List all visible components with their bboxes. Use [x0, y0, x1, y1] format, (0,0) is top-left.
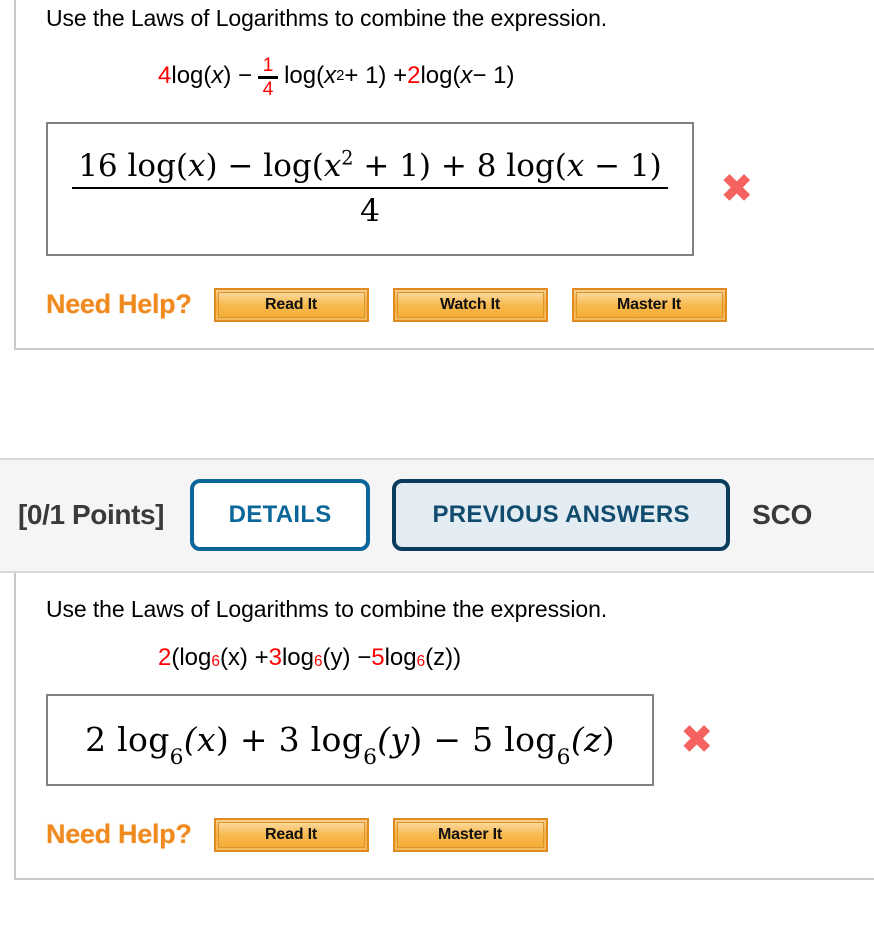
need-help-label-1: Need Help?: [46, 289, 192, 320]
log-term-1: log(: [171, 62, 212, 90]
ans2-part-a1: 2 log: [85, 720, 170, 759]
num-part-s1: ) − log(: [205, 148, 324, 185]
ans2-var-3: (z: [570, 720, 602, 759]
plus-term-2: + 1) +: [344, 62, 408, 90]
problem-prompt-1: Use the Laws of Logarithms to combine th…: [46, 5, 608, 31]
watch-it-label-1: Watch It: [396, 291, 544, 318]
answer-row-2: 2 log6(x) + 3 log6(y) − 5 log6(z) ✖: [46, 693, 866, 786]
fraction-numerator: 1: [262, 54, 274, 76]
points-label-2: [0/1 Points]: [18, 499, 165, 531]
x-mark-icon: ✖: [680, 716, 714, 763]
num-exp-2: 2: [341, 146, 354, 170]
answer-denominator-1: 4: [360, 192, 380, 229]
fraction-one-fourth: 14: [258, 54, 279, 100]
given-expression-2: 2 (log 6 (x) + 3 log 6 (y) − 5 log 6 (z)): [158, 643, 462, 671]
points-header-bar-2: [0/1 Points] DETAILS PREVIOUS ANSWERS SC…: [0, 457, 874, 573]
problem-panel-2: Use the Laws of Logarithms to combine th…: [14, 572, 874, 880]
details-button-2[interactable]: DETAILS: [190, 479, 371, 552]
read-it-label-1: Read It: [217, 291, 365, 318]
num-part-s2: + 1) + 8 log(: [353, 148, 567, 185]
answer-input-box-2[interactable]: 2 log6(x) + 3 log6(y) − 5 log6(z): [46, 693, 654, 786]
answer-expression-2: 2 log6(x) + 3 log6(y) − 5 log6(z): [85, 720, 615, 768]
answer-row-1: 16 log(x) − log(x2 + 1) + 8 log(x − 1) 4…: [46, 121, 866, 256]
coefficient-5: 5: [371, 643, 385, 671]
answer-fraction-1: 16 log(x) − log(x2 + 1) + 8 log(x − 1) 4: [72, 146, 668, 229]
problem-panel-1: Use the Laws of Logarithms to combine th…: [14, 0, 874, 350]
log-word-2c: log: [384, 643, 417, 671]
master-it-button-2[interactable]: Master It: [392, 817, 548, 852]
master-it-label-2: Master It: [396, 821, 544, 848]
variable-x-1: x: [211, 62, 224, 90]
ans2-part-s3: ): [601, 720, 615, 759]
read-it-button-1[interactable]: Read It: [213, 287, 369, 322]
variable-x-3: x: [460, 62, 473, 90]
section-gap: [0, 349, 874, 458]
ans2-part-s2: ) − 5 log: [409, 720, 557, 759]
score-label-2: SCO: [752, 499, 813, 531]
variable-x-2: x: [324, 62, 337, 90]
master-it-button-1[interactable]: Master It: [571, 287, 727, 322]
ans2-base-3: 6: [556, 744, 571, 770]
num-var-1: x: [188, 148, 206, 185]
master-it-label-1: Master It: [575, 291, 723, 318]
num-var-3: x: [566, 148, 585, 185]
answer-input-box-1[interactable]: 16 log(x) − log(x2 + 1) + 8 log(x − 1) 4: [46, 121, 694, 256]
coefficient-4: 4: [158, 62, 172, 90]
answer-numerator-1: 16 log(x) − log(x2 + 1) + 8 log(x − 1): [72, 146, 668, 187]
open-log-2: (log: [171, 643, 212, 671]
coefficient-2: 2: [407, 62, 421, 90]
num-part-c1: 16 log(: [78, 148, 189, 185]
need-help-row-1: Need Help? Read It Watch It Master It: [46, 287, 866, 322]
ans2-part-s1: ) + 3 log: [215, 720, 364, 759]
x-mark-icon: ✖: [720, 165, 754, 212]
given-expression-1: 4 log(x) − 14 log(x 2 + 1) + 2 log(x − 1): [158, 54, 515, 100]
ans2-var-1: (x: [183, 720, 216, 759]
ans2-var-2: (y: [377, 720, 410, 759]
ans2-base-1: 6: [169, 744, 184, 770]
fraction-denominator: 4: [262, 78, 274, 100]
close-paren-3: − 1): [472, 62, 515, 90]
need-help-label-2: Need Help?: [46, 819, 192, 849]
need-help-row-2: Need Help? Read It Master It: [46, 817, 866, 852]
close-paren-1: ) −: [223, 62, 253, 90]
coefficient-3: 3: [268, 643, 282, 671]
ans2-base-2: 6: [363, 744, 378, 770]
log-arg-2c: (z)): [425, 643, 462, 671]
log-term-3: log(: [420, 62, 461, 90]
num-part-s3: − 1): [584, 148, 662, 185]
num-var-2: x: [323, 148, 342, 185]
log-arg-2b: (y) −: [322, 643, 372, 671]
log-word-2b: log: [281, 643, 314, 671]
log-arg-2a: (x) +: [219, 643, 269, 671]
read-it-label-2: Read It: [217, 821, 365, 848]
log-term-2: log(: [284, 62, 325, 90]
watch-it-button-1[interactable]: Watch It: [392, 287, 548, 322]
problem-prompt-2: Use the Laws of Logarithms to combine th…: [46, 595, 608, 622]
coefficient-2-outer: 2: [158, 643, 172, 671]
read-it-button-2[interactable]: Read It: [213, 817, 369, 852]
previous-answers-button-2[interactable]: PREVIOUS ANSWERS: [392, 479, 731, 552]
